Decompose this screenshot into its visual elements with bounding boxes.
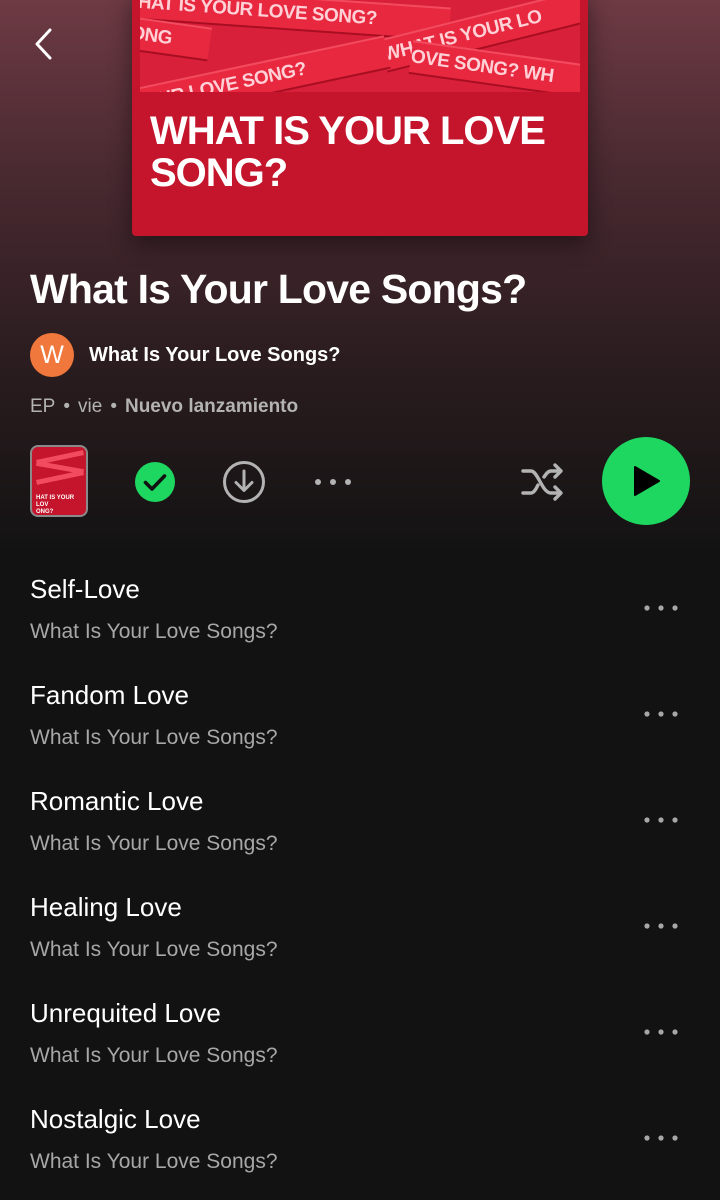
album-meta: EP • vie • Nuevo lanzamiento — [30, 396, 298, 418]
artist-avatar[interactable]: W — [30, 333, 74, 377]
more-horizontal-icon — [644, 711, 678, 717]
album-cover: WHAT IS YOUR LOVE SONG? ONG WHAT IS YOUR… — [132, 0, 588, 236]
shuffle-button[interactable] — [518, 457, 568, 507]
more-horizontal-icon — [644, 605, 678, 611]
track-artist: What Is Your Love Songs? — [30, 832, 278, 855]
track-artist: What Is Your Love Songs? — [30, 1044, 278, 1067]
artist-name[interactable]: What Is Your Love Songs? — [89, 344, 341, 367]
thumb-tape — [36, 470, 84, 485]
track-title: Fandom Love — [30, 680, 189, 710]
release-label: Nuevo lanzamiento — [124, 396, 299, 417]
separator-dot: • — [110, 396, 117, 417]
album-type: EP — [30, 396, 56, 417]
album-title: What Is Your Love Songs? — [30, 266, 527, 312]
cover-artwork-tapes: WHAT IS YOUR LOVE SONG? ONG WHAT IS YOUR… — [140, 0, 580, 92]
track-row[interactable]: Romantic Love What Is Your Love Songs? — [0, 772, 720, 878]
track-title: Romantic Love — [30, 786, 204, 816]
track-row[interactable]: Fandom Love What Is Your Love Songs? — [0, 666, 720, 772]
chevron-left-icon — [35, 28, 52, 60]
track-row[interactable]: Healing Love What Is Your Love Songs? — [0, 878, 720, 984]
thumb-text: HAT IS YOUR LOV ONG? — [36, 495, 75, 515]
track-artist: What Is Your Love Songs? — [30, 938, 278, 961]
shuffle-icon — [521, 463, 563, 501]
separator-dot: • — [63, 396, 71, 417]
cover-tape: OVE SONG? WH — [408, 40, 580, 92]
track-more-button[interactable] — [636, 1118, 686, 1158]
track-more-button[interactable] — [636, 1012, 686, 1052]
more-horizontal-icon — [644, 923, 678, 929]
track-title: Self-Love — [30, 574, 140, 604]
download-button[interactable] — [219, 457, 269, 507]
cover-title: WHAT IS YOUR LOVE SONG? — [150, 109, 546, 195]
track-artist: What Is Your Love Songs? — [30, 726, 278, 749]
track-artist: What Is Your Love Songs? — [30, 620, 278, 643]
track-row[interactable]: Unrequited Love What Is Your Love Songs? — [0, 984, 720, 1090]
download-circle-icon — [223, 461, 265, 503]
play-button[interactable] — [602, 437, 690, 525]
more-horizontal-icon — [644, 817, 678, 823]
track-more-button[interactable] — [636, 694, 686, 734]
track-title: Nostalgic Love — [30, 1104, 201, 1134]
track-title: Unrequited Love — [30, 998, 221, 1028]
release-day: vie — [78, 396, 103, 417]
back-button[interactable] — [22, 22, 66, 66]
more-horizontal-icon — [644, 1135, 678, 1141]
track-row[interactable]: Nostalgic Love What Is Your Love Songs? — [0, 1090, 720, 1196]
saved-button[interactable] — [130, 457, 180, 507]
more-horizontal-icon — [315, 479, 351, 485]
album-thumbnail[interactable]: HAT IS YOUR LOV ONG? — [30, 445, 88, 517]
track-artist: What Is Your Love Songs? — [30, 1150, 278, 1173]
artist-row[interactable]: W What Is Your Love Songs? — [30, 333, 341, 377]
play-icon — [634, 466, 660, 496]
track-row[interactable]: Self-Love What Is Your Love Songs? — [0, 560, 720, 666]
more-horizontal-icon — [644, 1029, 678, 1035]
check-circle-icon — [135, 462, 175, 502]
track-more-button[interactable] — [636, 800, 686, 840]
track-title: Healing Love — [30, 892, 182, 922]
track-more-button[interactable] — [636, 588, 686, 628]
more-options-button[interactable] — [308, 457, 358, 507]
track-list: Self-Love What Is Your Love Songs? Fando… — [0, 560, 720, 1196]
track-more-button[interactable] — [636, 906, 686, 946]
